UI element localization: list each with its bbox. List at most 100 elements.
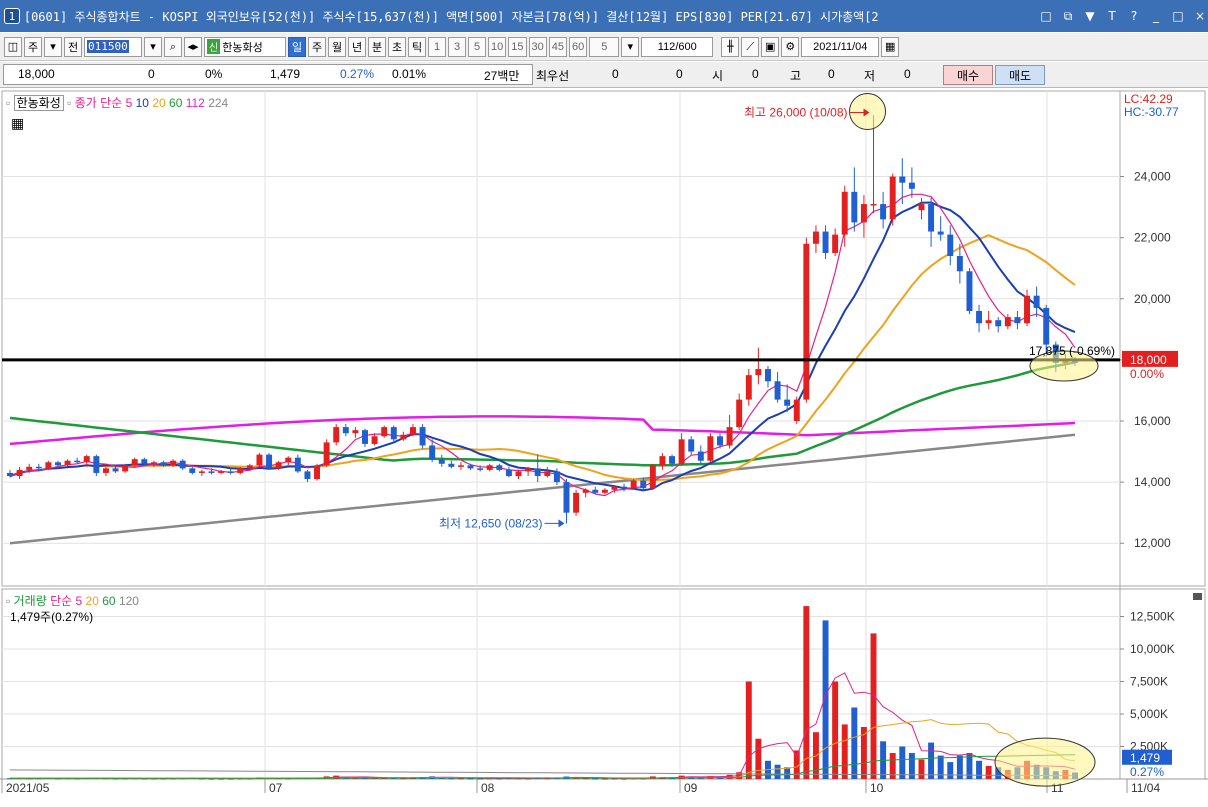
volume-current: 1,479주(0.27%): [10, 610, 94, 624]
stock-code-input[interactable]: 011500: [84, 36, 142, 57]
period-yearly[interactable]: 년: [348, 36, 366, 57]
candle-body: [486, 465, 493, 470]
candle-body: [1043, 307, 1050, 345]
code-dropdown-icon[interactable]: ▾: [144, 36, 162, 57]
volume-bar: [832, 681, 839, 779]
help-icon[interactable]: ?: [1126, 8, 1142, 24]
chart-svg[interactable]: 24,000 22,000 20,000 16,000 14,000 12,000 12,5…: [0, 89, 1208, 807]
new-listing-badge: 신: [207, 39, 221, 54]
legend-stock-name[interactable]: 한농화성: [13, 95, 64, 111]
current-price: 18,000: [18, 67, 55, 81]
calendar-icon[interactable]: ▦: [881, 36, 900, 57]
stock-name-field[interactable]: 신 한농화성: [204, 36, 286, 57]
volume-bar: [822, 620, 829, 779]
open-value: 0: [752, 67, 759, 81]
candle-body: [669, 456, 676, 464]
price-axis-label: 14,000: [1134, 475, 1171, 489]
period-minute[interactable]: 분: [368, 36, 386, 57]
period-daily[interactable]: 일: [288, 36, 306, 57]
candle-body: [937, 231, 944, 235]
candle-body: [371, 436, 378, 444]
volume-bar: [985, 766, 992, 779]
custom-interval-input[interactable]: 5: [589, 36, 620, 57]
interval-10[interactable]: 10: [488, 36, 507, 57]
close-icon[interactable]: ×: [1192, 8, 1208, 24]
volume-bar: [937, 755, 944, 779]
candle-body: [131, 459, 138, 466]
candle-body: [755, 369, 762, 376]
interval-45[interactable]: 45: [548, 36, 567, 57]
candle-body: [275, 462, 282, 469]
period-tick[interactable]: 틱: [408, 36, 426, 57]
save-icon[interactable]: ▣: [761, 36, 780, 57]
interval-1[interactable]: 1: [428, 36, 446, 57]
candle-body: [102, 468, 109, 473]
sell-button[interactable]: 매도: [995, 65, 1045, 85]
hc-label: HC:-30.77: [1124, 105, 1179, 119]
legend-ma-224: 224: [208, 96, 229, 110]
maximize-icon[interactable]: □: [1170, 8, 1186, 24]
volume-value: 1,479: [270, 67, 301, 81]
candle-body: [208, 471, 215, 473]
open-label: 시: [712, 69, 724, 83]
candle-body: [621, 486, 628, 489]
interval-dropdown-icon[interactable]: ▾: [621, 36, 640, 57]
candle-body: [74, 460, 81, 463]
candle-body: [342, 427, 349, 434]
prev-stock-icon[interactable]: ◂▸: [184, 36, 202, 57]
period-monthly[interactable]: 월: [328, 36, 346, 57]
layout-icon[interactable]: ◫: [4, 36, 22, 57]
high-annotation: 최고 26,000 (10/08): [744, 105, 847, 119]
restore-icon[interactable]: □: [1038, 8, 1054, 24]
period-second[interactable]: 초: [388, 36, 406, 57]
candle-body: [640, 480, 647, 489]
candle-body: [477, 468, 484, 470]
candle-body: [467, 465, 474, 469]
date-input[interactable]: 2021/11/04: [801, 36, 880, 57]
candle-body: [1004, 317, 1011, 327]
candle-body: [985, 320, 992, 324]
interval-30[interactable]: 30: [528, 36, 547, 57]
minimize-icon[interactable]: _: [1148, 8, 1164, 24]
gear-icon[interactable]: ⚙: [781, 36, 800, 57]
buy-button[interactable]: 매수: [943, 65, 993, 85]
candle-body: [323, 442, 330, 466]
candle-body: [611, 486, 618, 490]
candle-body: [45, 462, 52, 469]
link-window-icon[interactable]: ⧉: [1060, 8, 1076, 24]
candle-body: [764, 369, 771, 382]
volume-highlight: [994, 737, 1096, 787]
period-weekly[interactable]: 주: [308, 36, 326, 57]
search-icon[interactable]: ⌕: [164, 36, 182, 57]
volume-bar: [467, 778, 474, 780]
count-field[interactable]: 112/600: [641, 36, 714, 57]
candle-body: [179, 460, 186, 469]
candle-body: [918, 204, 925, 211]
volume-bar: [784, 767, 791, 779]
candle-body: [745, 375, 752, 400]
interval-15[interactable]: 15: [508, 36, 527, 57]
interval-60[interactable]: 60: [569, 36, 588, 57]
toolbar: ◫ 주 ▾ 전 011500 ▾ ⌕ ◂▸ 신 한농화성 일 주 월 년 분 초…: [0, 33, 1208, 61]
market-tab-all[interactable]: 전: [64, 36, 82, 57]
candle-body: [54, 462, 61, 466]
candle-type-icon[interactable]: ╫: [721, 36, 740, 57]
window-number-icon[interactable]: 1: [4, 8, 20, 24]
candle-body: [726, 427, 733, 446]
price-tag-label: 18,000: [1130, 353, 1167, 367]
candle-body: [314, 465, 321, 480]
candle-body: [496, 465, 503, 470]
pin-icon[interactable]: ▼: [1082, 8, 1098, 24]
font-size-icon[interactable]: T: [1104, 8, 1120, 24]
data-table-icon[interactable]: ▦: [11, 115, 24, 132]
volume-axis-label: 10,000K: [1130, 642, 1175, 656]
market-dropdown-icon[interactable]: ▾: [44, 36, 62, 57]
volume-bar: [870, 633, 877, 779]
candle-body: [419, 427, 426, 446]
market-tab-stock[interactable]: 주: [24, 36, 42, 57]
interval-3[interactable]: 3: [448, 36, 466, 57]
indicator-icon[interactable]: ⟋: [741, 36, 760, 57]
interval-5[interactable]: 5: [468, 36, 486, 57]
volume-bar: [745, 681, 752, 779]
candle-body: [64, 460, 71, 466]
